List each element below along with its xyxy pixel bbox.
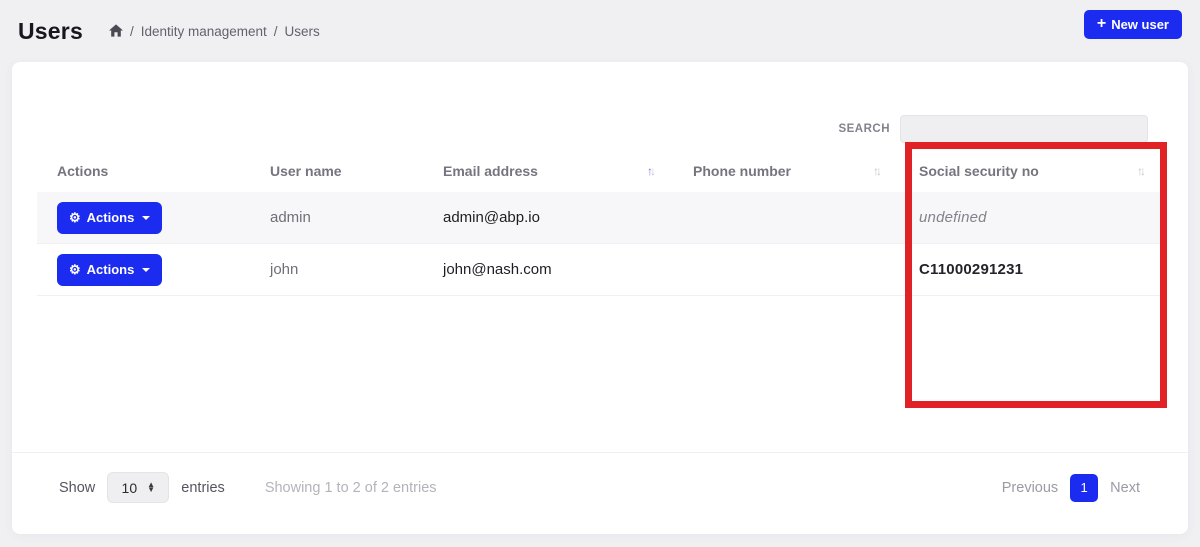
actions-button-label: Actions xyxy=(87,262,135,277)
breadcrumb-item-identity-management[interactable]: Identity management xyxy=(141,24,267,39)
new-user-button[interactable]: + New user xyxy=(1084,10,1182,39)
current-page-button[interactable]: 1 xyxy=(1070,474,1098,502)
table-empty-space xyxy=(12,296,1188,452)
table-row-john: ⚙ Actions john john@nash.com C1100029123… xyxy=(37,244,1163,296)
search-row: SEARCH xyxy=(12,62,1188,150)
entries-summary: Showing 1 to 2 of 2 entries xyxy=(265,480,437,496)
column-header-label: User name xyxy=(270,163,342,179)
caret-down-icon xyxy=(142,216,150,220)
entries-label: entries xyxy=(181,480,225,496)
home-icon[interactable] xyxy=(109,24,123,37)
actions-button-label: Actions xyxy=(87,210,135,225)
column-header-label: Email address xyxy=(443,163,538,179)
column-header-phone-number[interactable]: Phone number ↑↓ xyxy=(673,150,899,192)
actions-dropdown-button[interactable]: ⚙ Actions xyxy=(57,254,162,286)
breadcrumb: / Identity management / Users xyxy=(109,24,320,39)
column-header-user-name: User name xyxy=(250,150,423,192)
new-user-button-label: New user xyxy=(1111,17,1169,32)
table-footer: Show 10 ▲▼ entries Showing 1 to 2 of 2 e… xyxy=(12,452,1188,534)
column-header-social-security-no[interactable]: Social security no ↑↓ xyxy=(899,150,1163,192)
gear-icon: ⚙ xyxy=(69,211,81,224)
email-cell: john@nash.com xyxy=(423,261,673,278)
page-title: Users xyxy=(18,18,83,45)
gear-icon: ⚙ xyxy=(69,263,81,276)
email-cell: admin@abp.io xyxy=(423,209,673,226)
next-page-button[interactable]: Next xyxy=(1110,480,1140,496)
breadcrumb-separator: / xyxy=(274,24,278,39)
sort-icon[interactable]: ↑↓ xyxy=(873,164,879,178)
sort-icon[interactable]: ↑↓ xyxy=(1137,164,1143,178)
updown-arrows-icon: ▲▼ xyxy=(147,483,155,492)
users-table: Actions User name Email address ↑↓ Phone… xyxy=(37,150,1163,296)
search-label: SEARCH xyxy=(838,123,890,135)
page-size-group: Show 10 ▲▼ entries xyxy=(59,472,225,503)
column-header-label: Phone number xyxy=(693,163,791,179)
users-card: SEARCH Actions User name Email address ↑… xyxy=(12,62,1188,534)
column-header-email-address[interactable]: Email address ↑↓ xyxy=(423,150,673,192)
page-size-select[interactable]: 10 ▲▼ xyxy=(107,472,169,503)
actions-cell: ⚙ Actions xyxy=(37,254,250,286)
breadcrumb-item-users[interactable]: Users xyxy=(285,24,320,39)
sort-icon[interactable]: ↑↓ xyxy=(647,164,653,178)
pagination: Previous 1 Next xyxy=(1002,474,1140,502)
column-header-label: Social security no xyxy=(919,163,1039,179)
topbar: Users / Identity management / Users + Ne… xyxy=(0,0,1200,62)
previous-page-button[interactable]: Previous xyxy=(1002,480,1058,496)
table-header-row: Actions User name Email address ↑↓ Phone… xyxy=(37,150,1163,192)
actions-cell: ⚙ Actions xyxy=(37,202,250,234)
search-input[interactable] xyxy=(900,115,1148,143)
actions-dropdown-button[interactable]: ⚙ Actions xyxy=(57,202,162,234)
caret-down-icon xyxy=(142,268,150,272)
table-body: ⚙ Actions admin admin@abp.io undefined ⚙… xyxy=(37,192,1163,296)
column-header-label: Actions xyxy=(57,163,108,179)
breadcrumb-separator: / xyxy=(130,24,134,39)
column-header-actions: Actions xyxy=(37,150,250,192)
plus-icon: + xyxy=(1097,16,1106,32)
page-size-value: 10 xyxy=(122,480,138,496)
user-name-cell: john xyxy=(250,261,423,278)
show-label: Show xyxy=(59,480,95,496)
user-name-cell: admin xyxy=(250,209,423,226)
social-security-cell: undefined xyxy=(899,209,1163,226)
social-security-cell: C11000291231 xyxy=(899,261,1163,278)
table-row-admin: ⚙ Actions admin admin@abp.io undefined xyxy=(37,192,1163,244)
